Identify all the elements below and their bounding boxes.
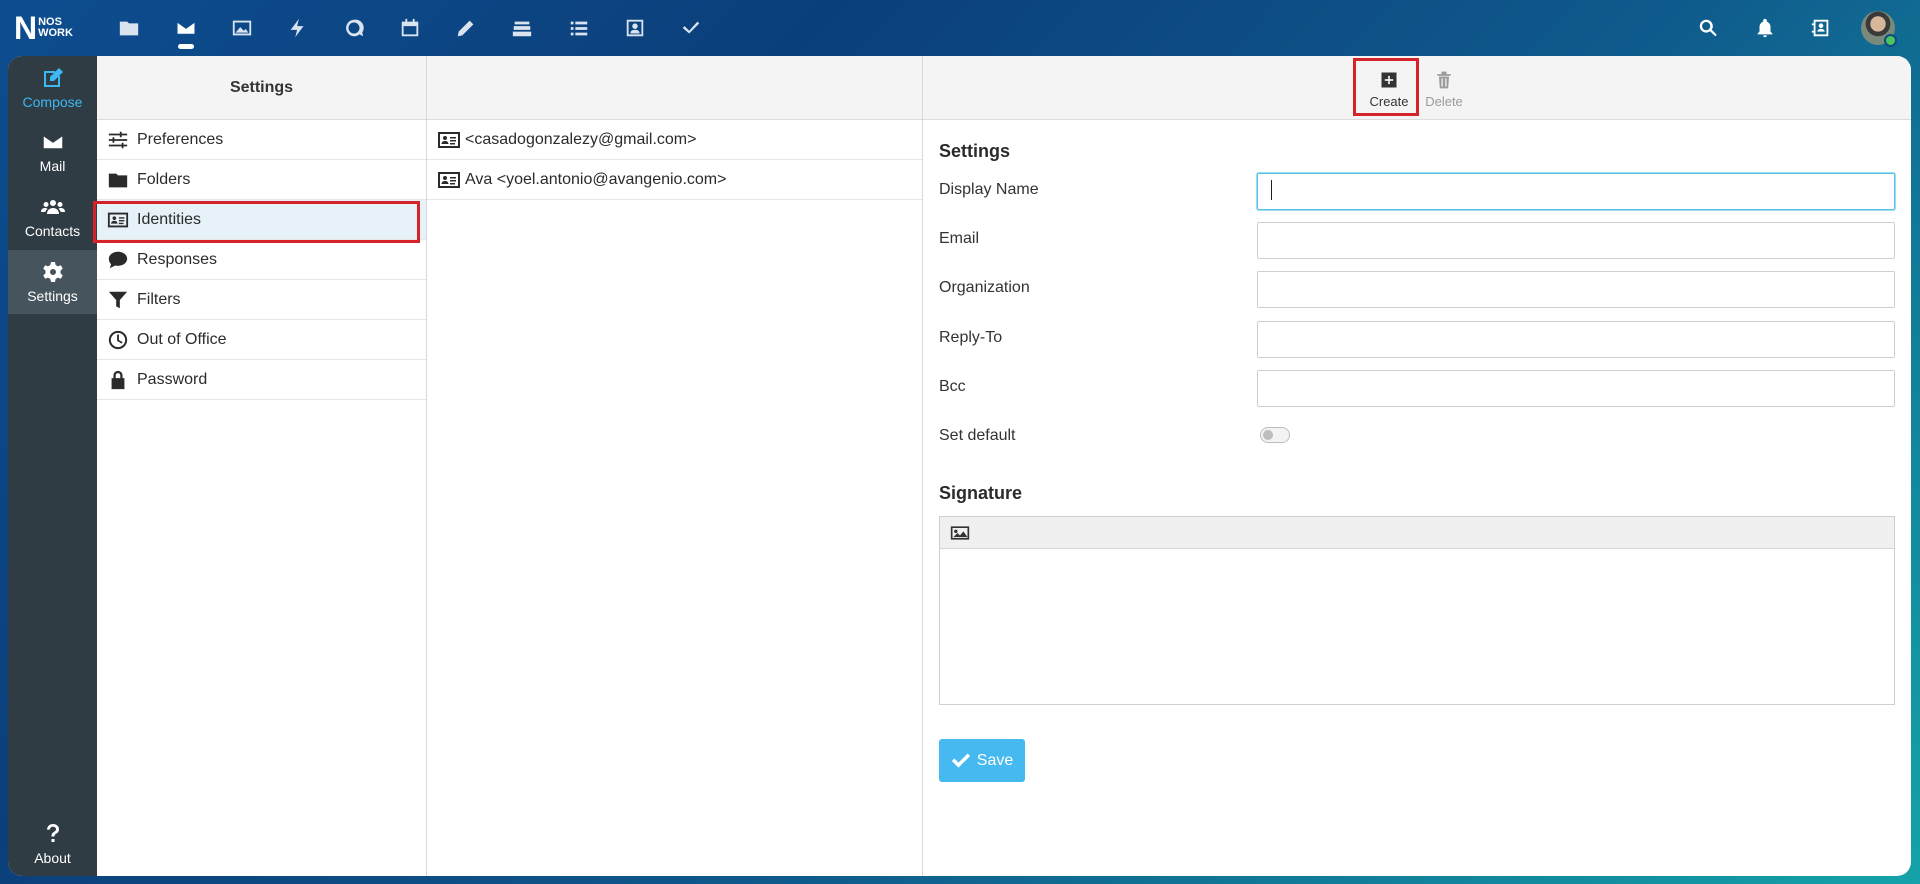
nav-mail-label: Mail: [39, 158, 66, 174]
menu-item-label: Preferences: [137, 130, 224, 148]
question-icon: [46, 824, 59, 842]
nav-settings[interactable]: Settings: [8, 250, 97, 314]
settings-menu-header: Settings: [97, 56, 426, 120]
menu-item-out-of-office[interactable]: Out of Office: [97, 320, 426, 360]
active-app-indicator: [178, 44, 194, 49]
settings-section-title: Settings: [939, 141, 1011, 161]
signature-editor[interactable]: [939, 516, 1895, 705]
users-icon: [40, 200, 65, 214]
reply-to-label: Reply-To: [939, 329, 1003, 346]
logo-mark: N: [14, 10, 37, 46]
bolt-icon[interactable]: [284, 14, 312, 42]
display-name-input[interactable]: [1257, 173, 1895, 210]
sliders-icon: [108, 131, 128, 148]
bcc-input[interactable]: [1257, 370, 1895, 407]
signature-editor-toolbar: [940, 517, 1894, 549]
identity-list-item[interactable]: Ava <yoel.antonio@avangenio.com>: [427, 160, 922, 200]
check-icon: [951, 753, 970, 768]
funnel-icon: [108, 291, 128, 308]
set-default-toggle[interactable]: [1260, 427, 1290, 443]
create-highlight-box: [1353, 58, 1419, 116]
id-card-icon: [438, 131, 460, 148]
online-status-dot: [1884, 34, 1897, 47]
organization-input[interactable]: [1257, 271, 1895, 308]
gear-icon: [42, 262, 63, 282]
organization-label: Organization: [939, 279, 1030, 296]
top-bar: N NOS WORK: [0, 0, 1920, 56]
text-caret: [1271, 180, 1272, 200]
list-icon[interactable]: [565, 14, 593, 42]
folder-icon: [108, 173, 128, 187]
save-button-label: Save: [976, 751, 1014, 769]
check-icon[interactable]: [677, 14, 705, 42]
menu-item-folders[interactable]: Folders: [97, 160, 426, 200]
identity-label: Ava <yoel.antonio@avangenio.com>: [465, 170, 727, 188]
toggle-knob: [1263, 430, 1273, 440]
pencil-icon[interactable]: [452, 14, 480, 42]
stack-icon[interactable]: [508, 14, 536, 42]
menu-item-label: Out of Office: [137, 330, 227, 348]
main-frame: Compose Mail Contacts Settings About Set…: [8, 56, 1911, 876]
menu-item-filters[interactable]: Filters: [97, 280, 426, 320]
id-card-icon: [438, 171, 460, 188]
logo-line2: WORK: [38, 27, 73, 39]
display-name-label: Display Name: [939, 181, 1039, 198]
menu-item-responses[interactable]: Responses: [97, 240, 426, 280]
delete-button[interactable]: Delete: [1417, 64, 1471, 114]
mail-icon: [41, 134, 64, 150]
identities-list-panel: <casadogonzalezy@gmail.com> Ava <yoel.an…: [427, 56, 923, 876]
mail-icon[interactable]: [172, 14, 200, 42]
signature-section-title: Signature: [939, 483, 1023, 503]
menu-item-preferences[interactable]: Preferences: [97, 120, 426, 160]
identity-label: <casadogonzalezy@gmail.com>: [465, 130, 697, 148]
nav-mail[interactable]: Mail: [8, 120, 97, 184]
address-book-icon[interactable]: [1807, 14, 1835, 42]
search-icon[interactable]: [1694, 14, 1722, 42]
identities-highlight-box: [93, 201, 420, 243]
menu-item-label: Password: [137, 370, 208, 388]
insert-image-icon[interactable]: [950, 524, 970, 542]
bell-icon[interactable]: [1751, 14, 1779, 42]
menu-item-label: Filters: [137, 290, 181, 308]
menu-item-password[interactable]: Password: [97, 360, 426, 400]
save-button[interactable]: Save: [939, 739, 1025, 782]
nav-settings-label: Settings: [27, 288, 78, 304]
contact-card-icon[interactable]: [621, 14, 649, 42]
folder-icon[interactable]: [115, 14, 143, 42]
bcc-label: Bcc: [939, 378, 966, 395]
identities-list-header: [427, 56, 922, 120]
email-input[interactable]: [1257, 222, 1895, 259]
image-icon[interactable]: [228, 14, 256, 42]
chat-icon[interactable]: [340, 14, 368, 42]
nav-about[interactable]: About: [8, 812, 97, 876]
nav-compose[interactable]: Compose: [8, 56, 97, 120]
nav-compose-label: Compose: [22, 94, 83, 110]
menu-item-label: Responses: [137, 250, 218, 268]
trash-icon: [1437, 71, 1451, 88]
menu-item-label: Folders: [137, 170, 191, 188]
identity-list-item[interactable]: <casadogonzalezy@gmail.com>: [427, 120, 922, 160]
delete-button-label: Delete: [1425, 93, 1463, 109]
calendar-icon[interactable]: [396, 14, 424, 42]
avatar[interactable]: [1861, 11, 1897, 47]
lock-icon: [111, 370, 125, 389]
nav-about-label: About: [34, 850, 71, 866]
email-label: Email: [939, 230, 980, 247]
reply-to-input[interactable]: [1257, 321, 1895, 358]
app-logo[interactable]: N NOS WORK: [14, 12, 86, 44]
compose-icon: [43, 68, 63, 87]
identity-form-panel: Create Delete Settings Display Name Emai…: [923, 56, 1911, 876]
speech-bubble-icon: [108, 251, 128, 268]
set-default-label: Set default: [939, 427, 1016, 444]
left-nav: Compose Mail Contacts Settings About: [8, 56, 97, 876]
settings-menu-panel: Settings Preferences Folders Identities …: [97, 56, 427, 876]
clock-icon: [108, 330, 128, 349]
nav-contacts[interactable]: Contacts: [8, 185, 97, 249]
nav-contacts-label: Contacts: [24, 223, 81, 239]
